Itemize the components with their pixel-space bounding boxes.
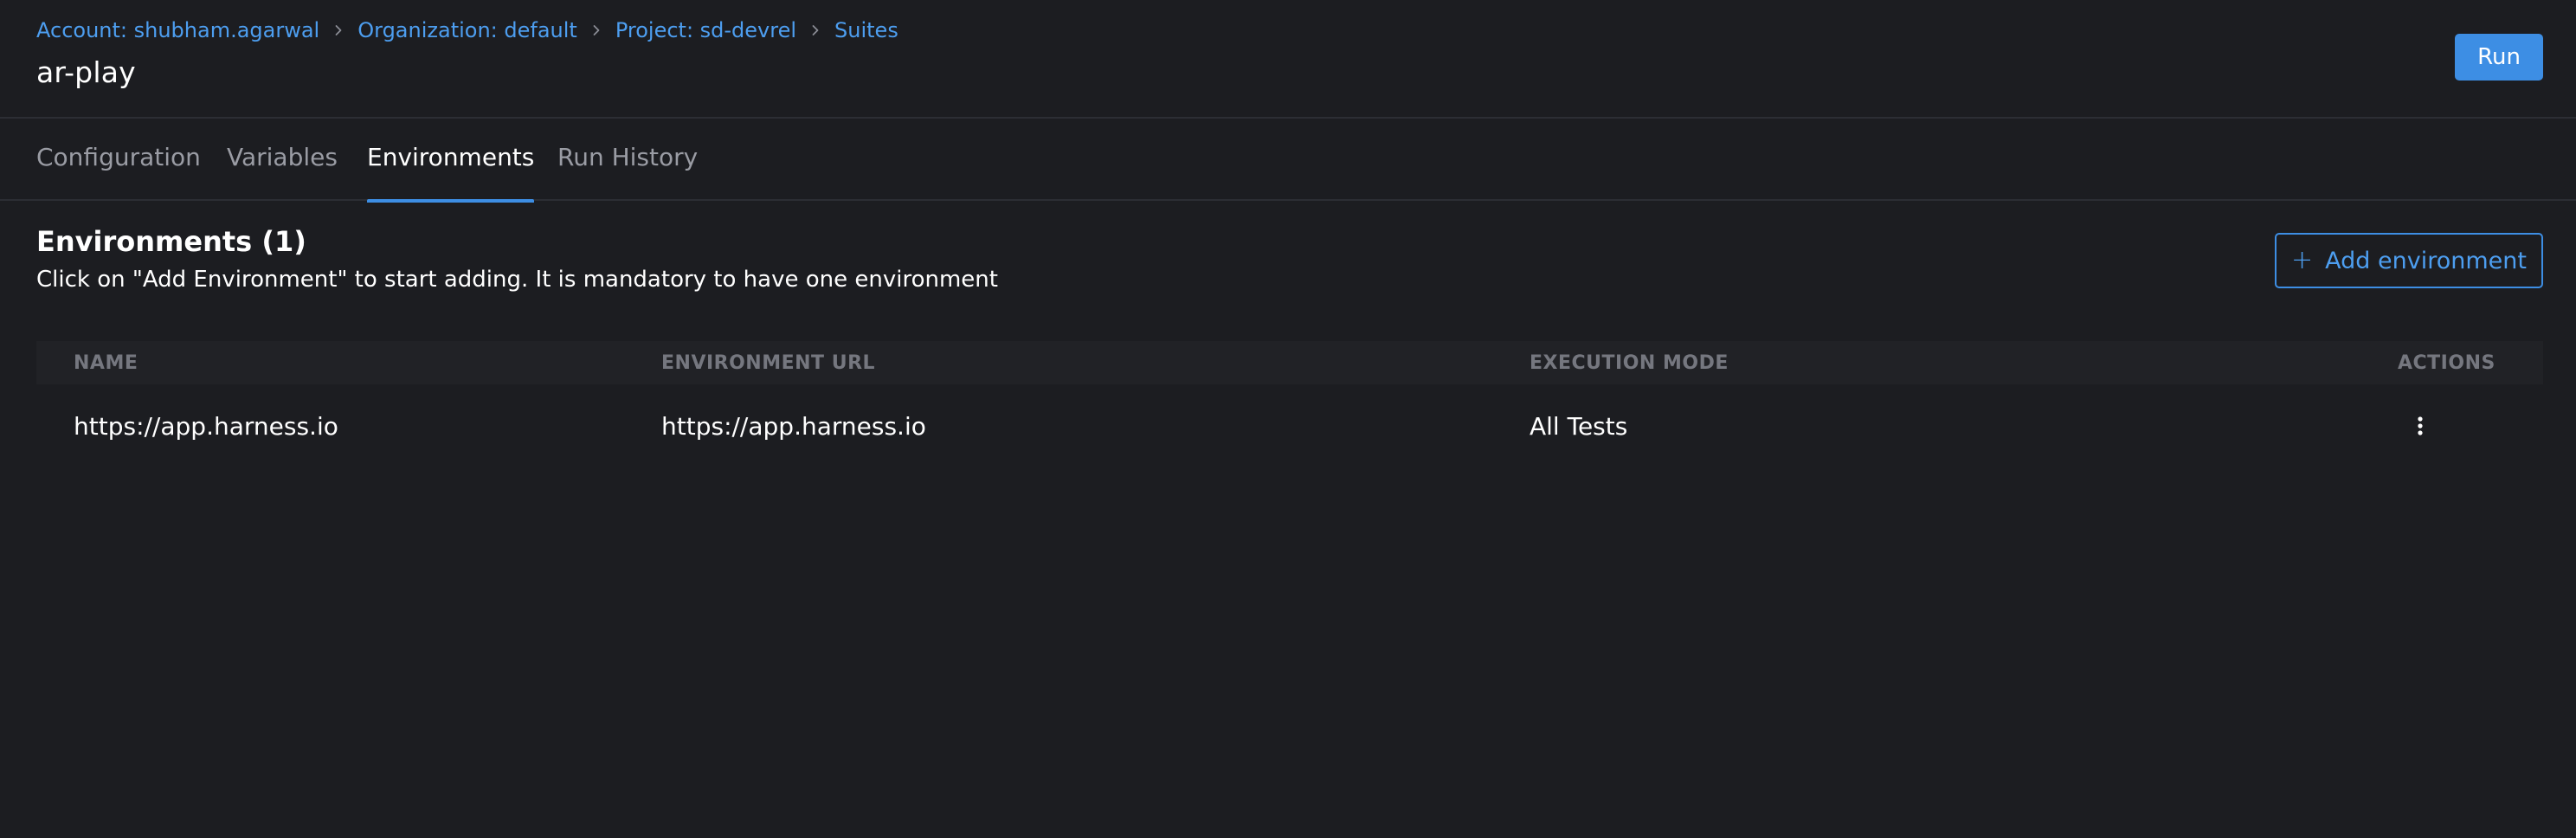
tab-bar: Configuration Variables Environments Run… <box>0 119 2576 203</box>
chevron-right-icon <box>319 16 357 45</box>
table-header: NAME ENVIRONMENT URL EXECUTION MODE ACTI… <box>36 341 2543 384</box>
section-description: Click on "Add Environment" to start addi… <box>36 267 998 293</box>
cell-environment-url: https://app.harness.io <box>661 411 926 441</box>
breadcrumb-account[interactable]: Account: shubham.agarwal <box>36 18 319 42</box>
add-environment-label: Add environment <box>2325 247 2527 274</box>
page-header: Account: shubham.agarwal Organization: d… <box>0 0 2576 119</box>
tab-variables[interactable]: Variables <box>227 119 338 201</box>
cell-name: https://app.harness.io <box>74 411 338 441</box>
tab-run-history[interactable]: Run History <box>557 119 698 201</box>
column-header-execution-mode: EXECUTION MODE <box>1530 351 1729 374</box>
plus-icon: + <box>2291 245 2314 275</box>
tab-environments[interactable]: Environments <box>367 119 535 203</box>
column-header-environment-url: ENVIRONMENT URL <box>661 351 876 374</box>
run-button[interactable]: Run <box>2455 34 2543 81</box>
column-header-actions: ACTIONS <box>2398 351 2496 374</box>
section-title: Environments (1) <box>36 225 306 258</box>
chevron-right-icon <box>796 16 834 45</box>
page-title: ar-play <box>36 55 136 89</box>
breadcrumb-suites[interactable]: Suites <box>834 18 898 42</box>
breadcrumb-project[interactable]: Project: sd-devrel <box>615 18 796 42</box>
add-environment-button[interactable]: + Add environment <box>2275 233 2543 288</box>
cell-execution-mode: All Tests <box>1530 411 1628 441</box>
tab-configuration[interactable]: Configuration <box>36 119 201 201</box>
kebab-menu-icon[interactable] <box>2403 409 2438 443</box>
column-header-name: NAME <box>74 351 138 374</box>
table-row[interactable]: https://app.harness.io https://app.harne… <box>36 384 2543 467</box>
chevron-right-icon <box>577 16 615 45</box>
breadcrumb-organization[interactable]: Organization: default <box>357 18 577 42</box>
breadcrumb: Account: shubham.agarwal Organization: d… <box>36 16 898 45</box>
environments-table: NAME ENVIRONMENT URL EXECUTION MODE ACTI… <box>36 341 2543 467</box>
